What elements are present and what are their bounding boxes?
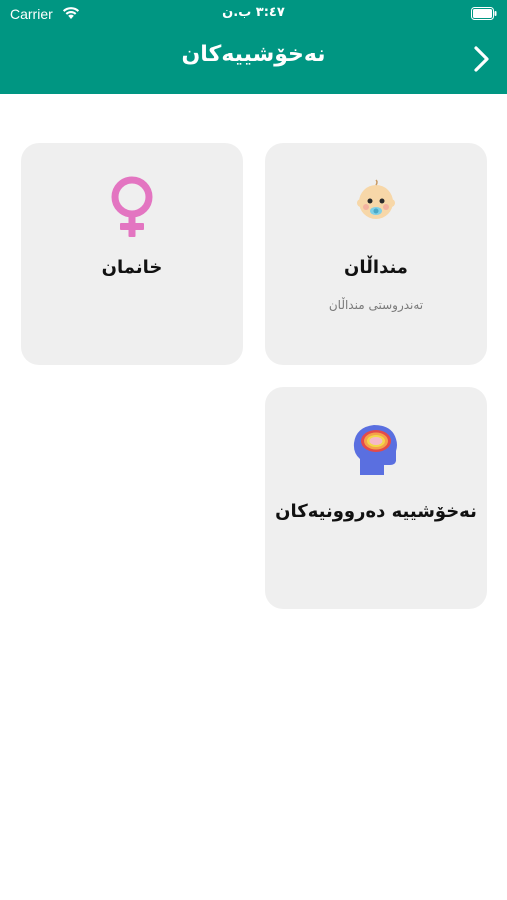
battery-icon <box>471 7 497 20</box>
page-title: نەخۆشییەکان <box>181 42 326 67</box>
card-title: نەخۆشییە دەروونیەکان <box>275 501 477 522</box>
status-bar: Carrier ٣:٤٧ ب.ن <box>0 0 507 28</box>
baby-face-icon <box>357 179 395 219</box>
card-subtitle: تەندروستی منداڵان <box>328 298 424 312</box>
status-time: ٣:٤٧ ب.ن <box>222 5 285 20</box>
back-chevron-icon[interactable] <box>469 44 493 74</box>
category-card-children[interactable]: منداڵان تەندروستی منداڵان <box>265 143 487 365</box>
navigation-header: Carrier ٣:٤٧ ب.ن نەخۆشییەکان <box>0 0 507 94</box>
card-title: منداڵان <box>344 257 408 278</box>
female-symbol-icon <box>111 176 153 237</box>
brain-head-icon <box>353 425 397 475</box>
card-title: خانمان <box>101 257 163 278</box>
category-card-women[interactable]: خانمان <box>21 143 243 365</box>
category-card-mental-illnesses[interactable]: نەخۆشییە دەروونیەکان <box>265 387 487 609</box>
